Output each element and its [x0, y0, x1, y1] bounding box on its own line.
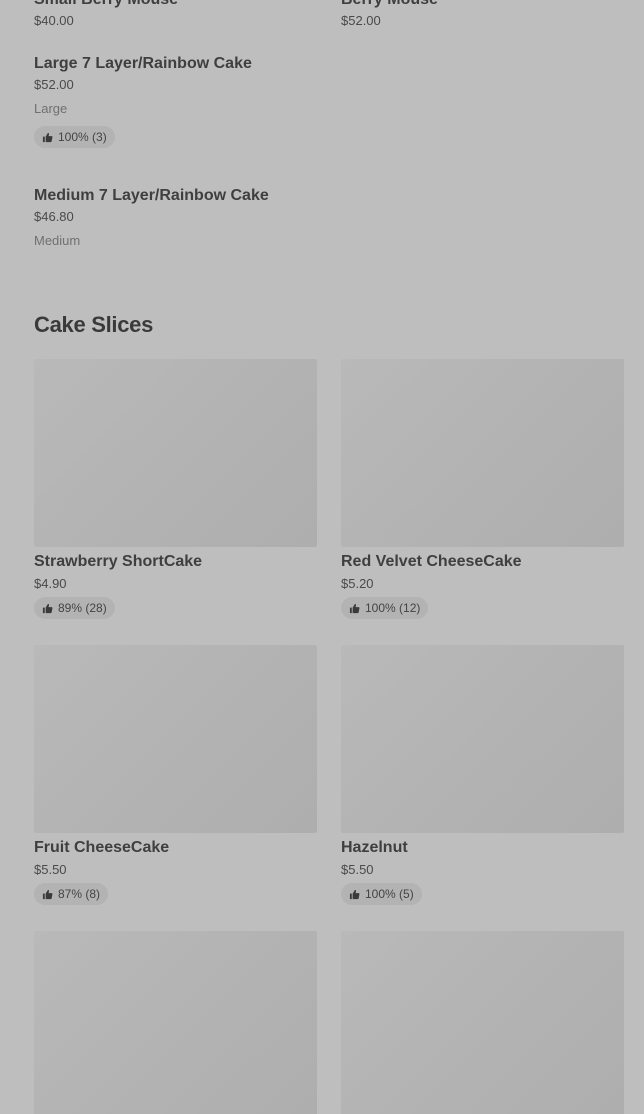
menu-card-fruit-cheesecake[interactable]: Fruit CheeseCake $5.50 87% (8) — [34, 645, 317, 905]
rating-badge: 89% (28) — [34, 597, 115, 619]
item-name: Berry Mouse — [341, 0, 624, 10]
item-name: Small Berry Mouse — [34, 0, 317, 10]
rating-badge: 87% (8) — [34, 883, 109, 905]
rating-text: 89% (28) — [58, 601, 107, 615]
item-price: $40.00 — [34, 13, 74, 28]
item-image — [34, 645, 317, 833]
item-price: $4.90 — [34, 576, 67, 591]
rating-badge: 100% (5) — [341, 883, 422, 905]
thumbs-up-icon — [42, 889, 53, 899]
menu-item-medium-rainbow-cake[interactable]: Medium 7 Layer/Rainbow Cake $46.80 Mediu… — [34, 186, 354, 250]
item-name: Fruit CheeseCake — [34, 839, 170, 856]
item-price: $46.80 — [34, 209, 74, 224]
rating-text: 100% (5) — [365, 887, 414, 901]
item-price: $52.00 — [34, 77, 74, 92]
rating-text: 87% (8) — [58, 887, 101, 901]
thumbs-up-icon — [349, 603, 360, 613]
item-name: Large 7 Layer/Rainbow Cake — [34, 55, 252, 72]
item-price: $52.00 — [341, 13, 381, 28]
item-price: $5.50 — [34, 862, 67, 877]
menu-page: Small Berry Mouse $40.00 Berry Mouse $52… — [0, 0, 644, 1114]
item-name: Hazelnut — [341, 839, 408, 856]
menu-item-small-berry-mouse[interactable]: Small Berry Mouse $40.00 — [34, 0, 317, 30]
item-image — [341, 645, 624, 833]
item-image — [341, 931, 624, 1114]
item-name: Red Velvet CheeseCake — [341, 553, 522, 570]
rating-text: 100% (12) — [365, 601, 421, 615]
item-name: Medium 7 Layer/Rainbow Cake — [34, 187, 269, 204]
thumbs-up-icon — [42, 132, 53, 142]
menu-card-red-velvet-cheesecake[interactable]: Red Velvet CheeseCake $5.20 100% (12) — [341, 359, 624, 619]
item-image — [34, 931, 317, 1114]
top-items-row: Small Berry Mouse $40.00 Berry Mouse $52… — [34, 0, 624, 30]
menu-item-large-rainbow-cake[interactable]: Large 7 Layer/Rainbow Cake $52.00 Large … — [34, 54, 354, 148]
menu-card[interactable] — [34, 931, 317, 1114]
item-price: $5.50 — [341, 862, 374, 877]
menu-card-hazelnut[interactable]: Hazelnut $5.50 100% (5) — [341, 645, 624, 905]
item-size: Medium — [34, 233, 81, 248]
rating-badge: 100% (3) — [34, 126, 115, 148]
item-name: Strawberry ShortCake — [34, 553, 203, 570]
menu-card-strawberry-shortcake[interactable]: Strawberry ShortCake $4.90 89% (28) — [34, 359, 317, 619]
thumbs-up-icon — [349, 889, 360, 899]
section-title: Cake Slices — [34, 312, 154, 337]
menu-item-berry-mouse[interactable]: Berry Mouse $52.00 — [341, 0, 624, 30]
item-price: $5.20 — [341, 576, 374, 591]
item-image — [341, 359, 624, 547]
menu-card[interactable] — [341, 931, 624, 1114]
rating-text: 100% (3) — [58, 130, 107, 144]
item-size: Large — [34, 101, 68, 116]
item-image — [34, 359, 317, 547]
rating-badge: 100% (12) — [341, 597, 429, 619]
thumbs-up-icon — [42, 603, 53, 613]
